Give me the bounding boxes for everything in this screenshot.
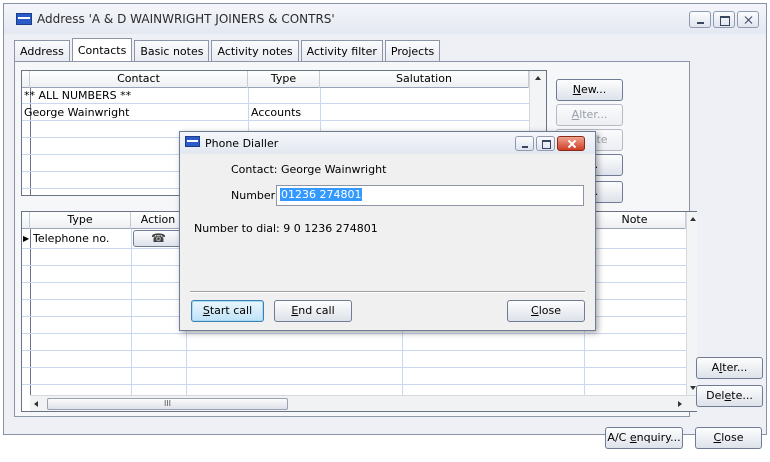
tab-activity-notes[interactable]: Activity notes xyxy=(211,40,299,62)
end-call-button[interactable]: End call xyxy=(274,300,352,322)
tab-address[interactable]: Address xyxy=(14,40,70,62)
tab-contacts[interactable]: Contacts xyxy=(71,38,133,62)
table-row[interactable]: George Wainwright Accounts xyxy=(22,105,529,121)
dialog-separator xyxy=(190,291,585,293)
phone-dialler-dialog: Phone Dialler Contact: George Wainwright… xyxy=(179,131,596,331)
numbers-horizontal-scrollbar[interactable]: III xyxy=(30,395,697,411)
scroll-up-arrow[interactable] xyxy=(690,217,696,221)
scroll-left-arrow[interactable] xyxy=(34,401,38,407)
table-row[interactable]: ** ALL NUMBERS ** xyxy=(22,88,529,104)
number-input[interactable]: 01236 274801 xyxy=(276,185,584,206)
column-header-type[interactable]: Type xyxy=(30,212,131,229)
new-contact-button[interactable]: New... xyxy=(556,79,623,101)
alter-number-button[interactable]: Alter... xyxy=(696,357,763,379)
tab-bar: Address Contacts Basic notes Activity no… xyxy=(14,38,442,62)
start-call-button[interactable]: Start call xyxy=(191,300,264,322)
number-value: 01236 274801 xyxy=(280,188,363,201)
minimize-button[interactable] xyxy=(689,11,711,28)
row-selector-icon: ▶ xyxy=(23,234,29,243)
app-icon xyxy=(16,13,32,25)
tab-activity-filter[interactable]: Activity filter xyxy=(300,40,383,62)
phone-icon: ☎ xyxy=(151,231,166,245)
contact-label: Contact: George Wainwright xyxy=(231,163,387,176)
column-header-note[interactable]: Note xyxy=(584,212,686,229)
dialog-app-icon xyxy=(185,136,200,147)
tab-projects[interactable]: Projects xyxy=(384,40,441,62)
dialog-title: Phone Dialler xyxy=(205,137,279,150)
dialog-close-button[interactable]: Close xyxy=(507,300,585,322)
window-title: Address 'A & D WAINWRIGHT JOINERS & CONT… xyxy=(37,12,335,26)
dial-phone-button[interactable]: ☎ xyxy=(133,230,184,247)
column-header-type[interactable]: Type xyxy=(248,71,320,88)
scroll-up-arrow[interactable] xyxy=(535,76,541,80)
close-window-button[interactable] xyxy=(737,11,759,28)
ac-enquiry-button[interactable]: A/C enquiry... xyxy=(605,427,683,449)
scrollbar-thumb[interactable]: III xyxy=(47,398,288,410)
close-button[interactable]: Close xyxy=(695,427,762,449)
dialog-close-window-button[interactable] xyxy=(557,136,585,151)
number-to-dial-text: Number to dial: 9 0 1236 274801 xyxy=(194,222,378,235)
number-label: Number xyxy=(231,189,276,202)
column-header-action[interactable]: Action xyxy=(131,212,186,229)
maximize-button[interactable] xyxy=(713,11,735,28)
scroll-right-arrow[interactable] xyxy=(678,401,682,407)
title-bar: Address 'A & D WAINWRIGHT JOINERS & CONT… xyxy=(4,4,766,34)
dialog-title-bar: Phone Dialler xyxy=(180,132,595,154)
delete-number-button[interactable]: Delete... xyxy=(696,385,763,407)
tab-basic-notes[interactable]: Basic notes xyxy=(134,40,210,62)
column-header-contact[interactable]: Contact xyxy=(30,71,248,88)
dialog-minimize-button[interactable] xyxy=(515,136,534,151)
dialog-maximize-button[interactable] xyxy=(536,136,555,151)
alter-contact-button[interactable]: Alter... xyxy=(556,104,623,126)
column-header-salutation[interactable]: Salutation xyxy=(320,71,529,88)
